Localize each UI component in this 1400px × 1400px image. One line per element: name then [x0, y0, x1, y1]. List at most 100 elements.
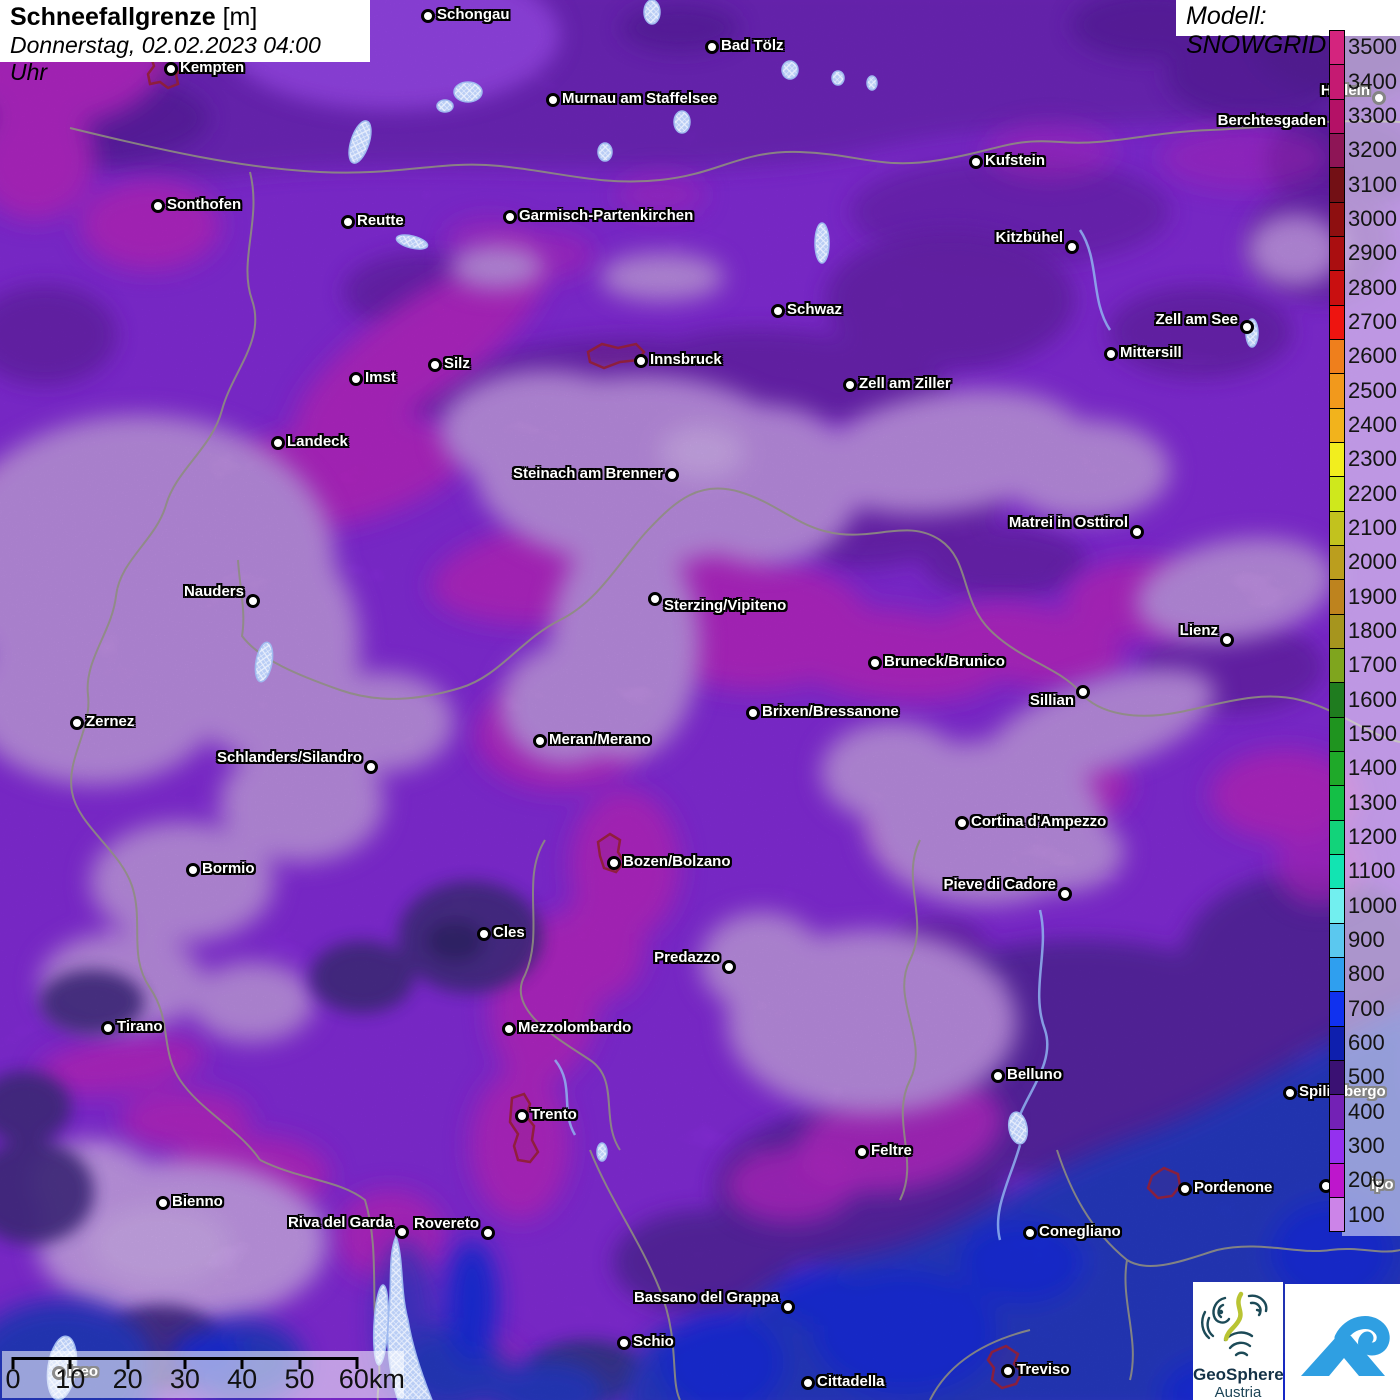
- city-label: Meran/Merano: [549, 731, 651, 748]
- city-dot-icon: [1104, 347, 1118, 361]
- colorbar-value-200: 200: [1348, 1167, 1385, 1193]
- city-dot-icon: [515, 1109, 529, 1123]
- city-label: Cittadella: [817, 1373, 885, 1390]
- colorbar-value-1600: 1600: [1348, 687, 1397, 713]
- city-label: Brixen/Bressanone: [762, 703, 899, 720]
- city-label: Cles: [493, 924, 525, 941]
- city-dot-icon: [722, 960, 736, 974]
- weather-map-page: SchongauBad TölzKemptenMurnau am Staffel…: [0, 0, 1400, 1400]
- city-dot-icon: [1130, 525, 1144, 539]
- city-label: Riva del Garda: [288, 1214, 393, 1231]
- scale-label: 60km: [339, 1364, 405, 1395]
- colorbar-value-700: 700: [1348, 996, 1385, 1022]
- model-name-label: Modell: SNOWGRID: [1186, 2, 1326, 59]
- colorbar-value-600: 600: [1348, 1030, 1385, 1056]
- geosphere-logo-box: GeoSphere Austria: [1193, 1282, 1283, 1400]
- city-dot-icon: [1240, 320, 1254, 334]
- title-parameter: Schneefallgrenze: [10, 3, 216, 31]
- colorbar-cell-1700: [1330, 649, 1344, 683]
- city-dot-icon: [634, 354, 648, 368]
- city-label: Predazzo: [654, 949, 720, 966]
- colorbar-cell-2200: [1330, 477, 1344, 511]
- city-label: Pieve di Cadore: [943, 876, 1056, 893]
- city-label: Murnau am Staffelsee: [562, 90, 717, 107]
- scale-label: 0: [5, 1364, 20, 1395]
- city-label: Zernez: [86, 713, 134, 730]
- colorbar-value-3000: 3000: [1348, 206, 1397, 232]
- colorbar-cell-2700: [1330, 306, 1344, 340]
- colorbar-value-3500: 3500: [1348, 34, 1397, 60]
- map-valid-time: Donnerstag, 02.02.2023 04:00 Uhr: [10, 32, 360, 86]
- colorbar-cell-400: [1330, 1095, 1344, 1129]
- city-label: Belluno: [1007, 1066, 1062, 1083]
- colorbar-value-400: 400: [1348, 1099, 1385, 1125]
- city-label: Bozen/Bolzano: [623, 853, 731, 870]
- colorbar-value-500: 500: [1348, 1064, 1385, 1090]
- city-label: Feltre: [871, 1142, 912, 1159]
- colorbar-cell-3300: [1330, 100, 1344, 134]
- city-dot-icon: [1076, 685, 1090, 699]
- colorbar-cell-100: [1330, 1198, 1344, 1231]
- colorbar-value-2300: 2300: [1348, 446, 1397, 472]
- city-label: Lienz: [1180, 622, 1218, 639]
- colorbar-cell-2800: [1330, 271, 1344, 305]
- city-dot-icon: [533, 734, 547, 748]
- city-dot-icon: [341, 215, 355, 229]
- scale-label: 10: [55, 1364, 85, 1395]
- colorbar-cell-2400: [1330, 409, 1344, 443]
- city-label: Kitzbühel: [996, 229, 1064, 246]
- colorbar-cell-800: [1330, 958, 1344, 992]
- city-dot-icon: [246, 594, 260, 608]
- partner-logo-box: [1285, 1284, 1400, 1400]
- colorbar-value-3400: 3400: [1348, 69, 1397, 95]
- colorbar-cell-2000: [1330, 546, 1344, 580]
- city-label: Tirano: [117, 1018, 163, 1035]
- scale-label: 40: [227, 1364, 257, 1395]
- city-label: Treviso: [1017, 1361, 1070, 1378]
- city-dot-icon: [364, 760, 378, 774]
- city-label: Nauders: [184, 583, 244, 600]
- city-dot-icon: [665, 468, 679, 482]
- city-label: Zell am See: [1155, 311, 1238, 328]
- colorbar-cell-1100: [1330, 855, 1344, 889]
- colorbar-value-2600: 2600: [1348, 343, 1397, 369]
- colorbar-cell-200: [1330, 1164, 1344, 1198]
- colorbar-cell-3500: [1330, 31, 1344, 65]
- city-dot-icon: [271, 436, 285, 450]
- colorbar-cell-2100: [1330, 512, 1344, 546]
- colorbar-value-1000: 1000: [1348, 893, 1397, 919]
- city-dot-icon: [648, 592, 662, 606]
- city-label: Conegliano: [1039, 1223, 1121, 1240]
- city-dot-icon: [395, 1225, 409, 1239]
- city-dot-icon: [991, 1069, 1005, 1083]
- colorbar-cell-1300: [1330, 786, 1344, 820]
- colorbar-value-2700: 2700: [1348, 309, 1397, 335]
- colorbar-cell-2300: [1330, 443, 1344, 477]
- city-dot-icon: [1001, 1364, 1015, 1378]
- city-label: Schlanders/Silandro: [217, 749, 362, 766]
- city-label: Garmisch-Partenkirchen: [519, 207, 693, 224]
- colorbar-cell-3100: [1330, 168, 1344, 202]
- colorbar-cell-3200: [1330, 134, 1344, 168]
- city-label: Pordenone: [1194, 1179, 1272, 1196]
- colorbar-value-100: 100: [1348, 1202, 1385, 1228]
- city-label: Kufstein: [985, 152, 1045, 169]
- city-dot-icon: [421, 9, 435, 23]
- colorbar-value-900: 900: [1348, 927, 1385, 953]
- colorbar-value-1200: 1200: [1348, 824, 1397, 850]
- city-dot-icon: [151, 199, 165, 213]
- colorbar-value-3200: 3200: [1348, 137, 1397, 163]
- colorbar-cell-1500: [1330, 718, 1344, 752]
- model-name-box: Modell: SNOWGRID: [1176, 0, 1400, 36]
- city-label: Trento: [531, 1106, 577, 1123]
- colorbar-value-800: 800: [1348, 961, 1385, 987]
- city-dot-icon: [1220, 633, 1234, 647]
- scale-label: 30: [170, 1364, 200, 1395]
- city-label: Steinach am Brenner: [513, 465, 663, 482]
- city-label: Cortina d'Ampezzo: [971, 813, 1106, 830]
- colorbar-value-3100: 3100: [1348, 172, 1397, 198]
- city-label: Schwaz: [787, 301, 842, 318]
- city-label: Mezzolombardo: [518, 1019, 631, 1036]
- colorbar-value-1400: 1400: [1348, 755, 1397, 781]
- colorbar-cell-1200: [1330, 821, 1344, 855]
